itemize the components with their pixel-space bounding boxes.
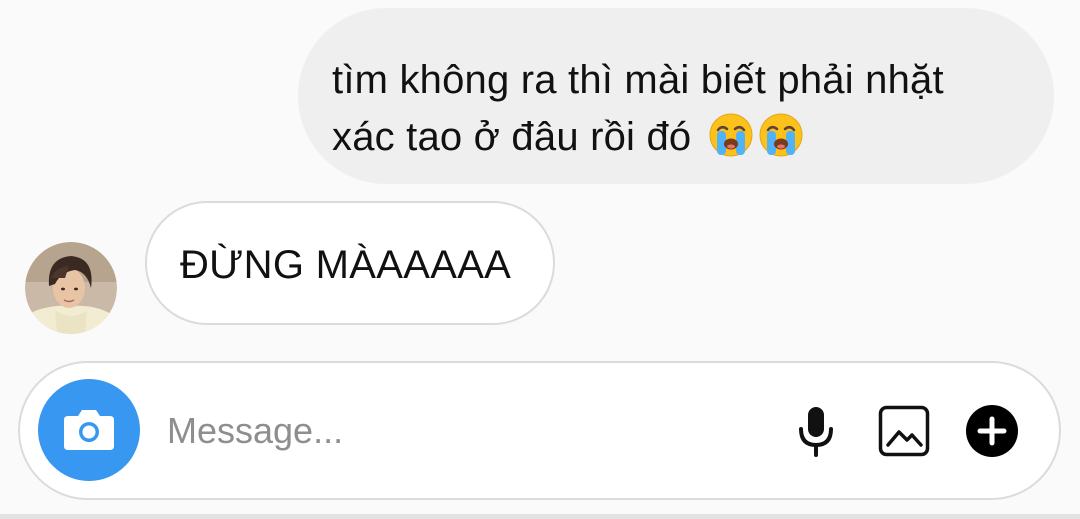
loudly-crying-face-icon: [707, 111, 755, 175]
photo-gallery-icon: [878, 405, 930, 457]
camera-button[interactable]: [38, 379, 140, 481]
plus-icon: [965, 404, 1019, 458]
outgoing-message-text: tìm không ra thì mài biết phải nhặt xác …: [332, 52, 1014, 175]
loudly-crying-face-icon: [757, 111, 805, 175]
outgoing-message-bubble[interactable]: tìm không ra thì mài biết phải nhặt xác …: [298, 8, 1054, 184]
voice-message-button[interactable]: [786, 401, 846, 461]
camera-icon: [62, 408, 116, 452]
outgoing-message-line-1: tìm không ra thì mài biết phải nhặt: [332, 58, 944, 102]
gallery-button[interactable]: [874, 401, 934, 461]
microphone-icon: [796, 405, 836, 457]
bottom-divider: [0, 514, 1080, 519]
outgoing-message-line-2: xác tao ở đâu rồi đó: [332, 115, 692, 159]
message-composer: [18, 361, 1061, 500]
sender-avatar[interactable]: [25, 242, 117, 334]
more-options-button[interactable]: [962, 401, 1022, 461]
incoming-message-bubble[interactable]: ĐỪNG MÀAAAAA: [145, 201, 555, 325]
message-input[interactable]: [167, 401, 767, 461]
incoming-message-text: ĐỪNG MÀAAAAA: [180, 243, 512, 287]
